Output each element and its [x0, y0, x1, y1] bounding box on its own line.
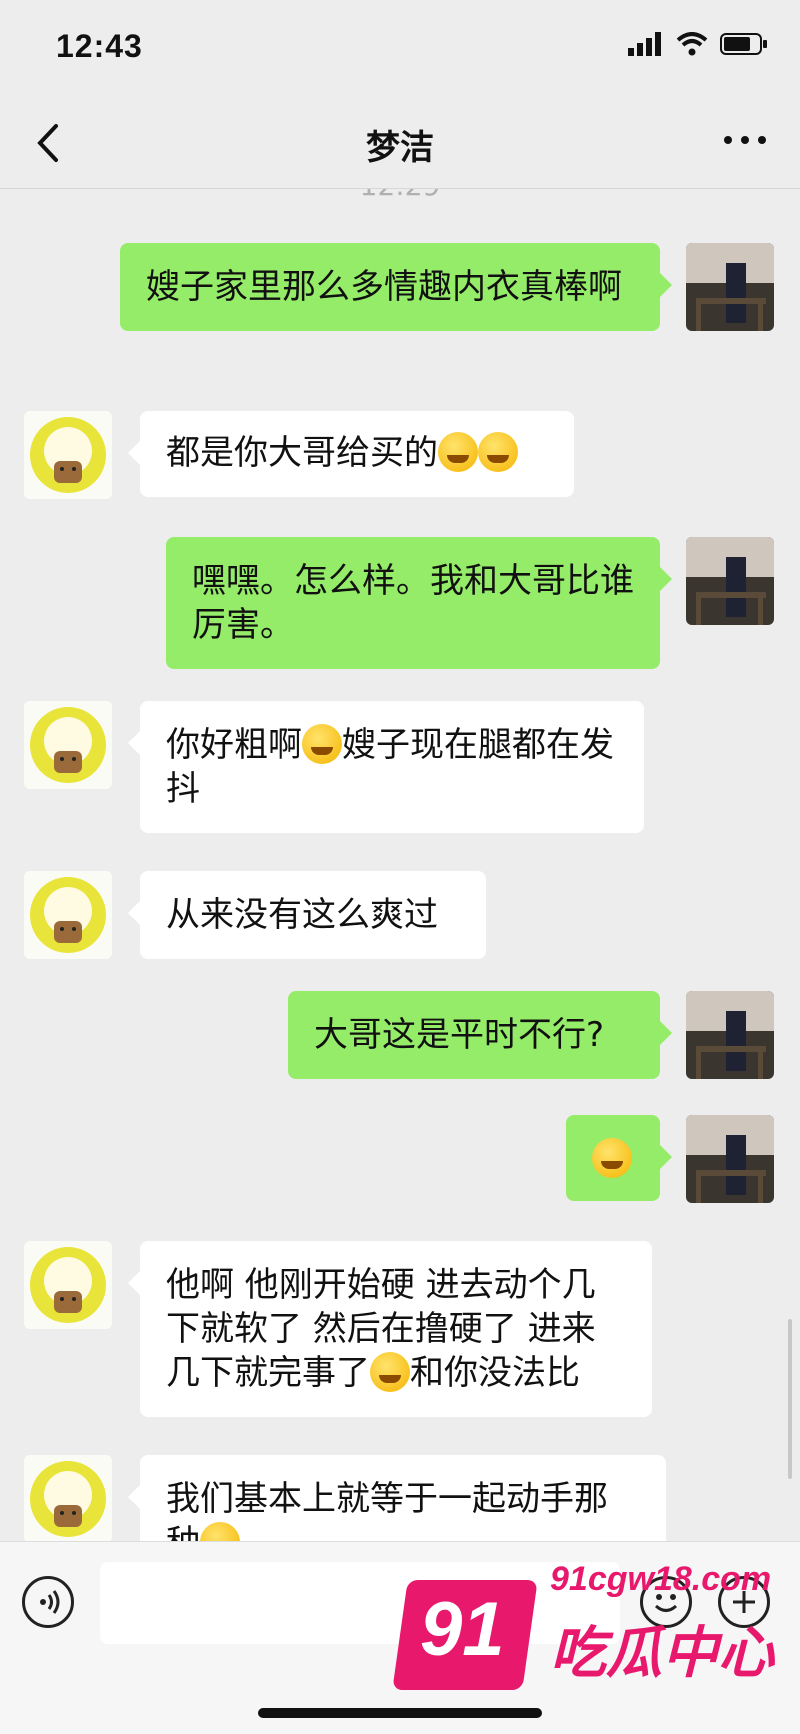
contact-avatar-cartoon — [30, 417, 106, 493]
contact-avatar-cartoon — [30, 1461, 106, 1537]
battery-icon — [720, 33, 767, 55]
my-avatar[interactable] — [686, 1115, 774, 1203]
my-avatar[interactable] — [686, 991, 774, 1079]
grinning-sweat-icon — [592, 1138, 632, 1178]
incoming-message[interactable]: 我们基本上就等于一起动手那种 — [128, 1455, 666, 1541]
voice-wave-icon — [40, 1590, 60, 1614]
message-text: 和你没法比 — [410, 1353, 580, 1393]
contact-avatar[interactable] — [24, 411, 112, 499]
chat-header: 梦洁 — [0, 100, 800, 189]
voice-input-button[interactable] — [22, 1576, 74, 1628]
pleading-face-icon — [302, 724, 342, 764]
message-text: 从来没有这么爽过 — [166, 895, 438, 935]
watermark-text: 吃瓜中心 — [550, 1621, 774, 1686]
chat-message-list[interactable]: 12:29 嫂子家里那么多情趣内衣真棒啊 都是你大哥给买的 嘿嘿。怎么样。我和大… — [0, 189, 800, 1541]
outgoing-message[interactable]: 大哥这是平时不行? — [288, 991, 672, 1079]
message-text: 嘿嘿。怎么样。我和大哥比谁厉害。 — [192, 561, 634, 645]
my-avatar-photo — [686, 991, 774, 1079]
incoming-message[interactable]: 他啊 他刚开始硬 进去动个几下就软了 然后在撸硬了 进来几下就完事了 和你没法比 — [128, 1241, 652, 1417]
wifi-icon — [676, 32, 708, 56]
my-avatar[interactable] — [686, 537, 774, 625]
face-with-tears-of-joy-icon — [478, 432, 518, 472]
watermark-url: 91cgw18.com — [550, 1560, 772, 1598]
incoming-message[interactable]: 都是你大哥给买的 — [128, 411, 574, 497]
my-avatar[interactable] — [686, 243, 774, 331]
incoming-message[interactable]: 从来没有这么爽过 — [128, 871, 486, 959]
message-text: 嫂子家里那么多情趣内衣真棒啊 — [146, 267, 622, 307]
face-with-tears-of-joy-icon — [438, 432, 478, 472]
contact-avatar[interactable] — [24, 701, 112, 789]
outgoing-message[interactable]: 嘿嘿。怎么样。我和大哥比谁厉害。 — [166, 537, 672, 669]
contact-avatar[interactable] — [24, 1455, 112, 1541]
my-avatar-photo — [686, 537, 774, 625]
contact-avatar[interactable] — [24, 871, 112, 959]
status-icons — [628, 32, 768, 56]
chat-title: 梦洁 — [366, 128, 434, 168]
watermark-badge-number: 91 — [420, 1587, 505, 1672]
contact-avatar-cartoon — [30, 877, 106, 953]
message-text: 你好粗啊 — [166, 725, 302, 765]
face-with-tears-of-joy-icon — [370, 1352, 410, 1392]
message-timestamp: 12:29 — [0, 189, 800, 202]
scrollbar[interactable] — [788, 1319, 792, 1479]
more-options-icon[interactable] — [720, 120, 770, 160]
cellular-signal-icon — [628, 32, 661, 56]
my-avatar-photo — [686, 1115, 774, 1203]
message-text: 都是你大哥给买的 — [166, 433, 438, 473]
incoming-message[interactable]: 你好粗啊 嫂子现在腿都在发抖 — [128, 701, 644, 833]
outgoing-message[interactable] — [566, 1115, 672, 1201]
outgoing-message[interactable]: 嫂子家里那么多情趣内衣真棒啊 — [120, 243, 672, 331]
watermark: 91cgw18.com 91 吃瓜中心 — [392, 1560, 780, 1710]
contact-avatar-cartoon — [30, 1247, 106, 1323]
status-bar: 12:43 — [0, 0, 800, 100]
steaming-face-icon — [200, 1522, 240, 1541]
my-avatar-photo — [686, 243, 774, 331]
message-text: 大哥这是平时不行? — [314, 1015, 605, 1055]
contact-avatar-cartoon — [30, 707, 106, 783]
status-time: 12:43 — [56, 28, 143, 64]
contact-avatar[interactable] — [24, 1241, 112, 1329]
